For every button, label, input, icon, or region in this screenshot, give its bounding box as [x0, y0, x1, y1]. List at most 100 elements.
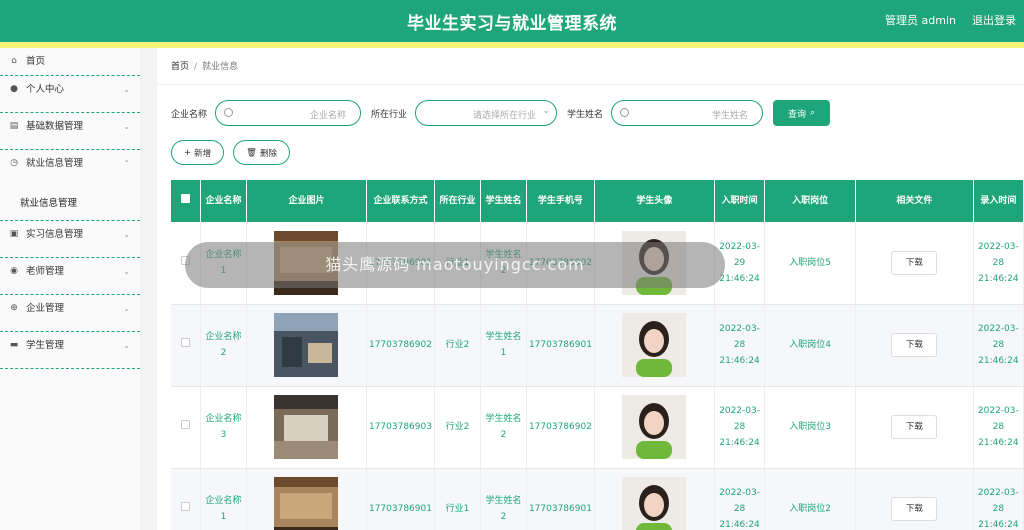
sidebar-item-label: 企业管理 — [26, 303, 65, 314]
file-cell: 下载 — [855, 386, 974, 469]
row-checkbox[interactable] — [180, 420, 190, 429]
app-title: 毕业生实习与就业管理系统 — [407, 14, 617, 34]
file-cell: 下载 — [855, 468, 974, 530]
company-phone-cell: 17703786902 — [366, 304, 435, 387]
company-image-cell — [246, 304, 367, 387]
industry-placeholder: 请选择所在行业 — [473, 111, 537, 121]
company-phone-cell: 17703786903 — [366, 386, 435, 469]
chevron-down-icon: ⌄ — [123, 267, 130, 276]
join-time-cell: 2022-03-28 21:46:24 — [714, 386, 766, 469]
column-header[interactable]: 企业联系方式 — [366, 180, 435, 222]
main-content: 首页 / 就业信息 企业名称 企业名称 所在行业 请选择所在行业 ⌄ 学生姓名 学生… — [157, 48, 1024, 530]
entry-time-cell: 2022-03-28 21:46:24 — [973, 468, 1024, 530]
sidebar-item-home[interactable]: ⌂ 首页 — [0, 48, 140, 76]
search-bar: 企业名称 企业名称 所在行业 请选择所在行业 ⌄ 学生姓名 学生姓名 查询 ⌕ — [171, 100, 831, 126]
row-checkbox[interactable] — [180, 502, 190, 511]
sidebar-item-label: 个人中心 — [26, 84, 65, 95]
column-header[interactable]: 入职岗位 — [764, 180, 857, 222]
table-row[interactable]: 企业名称3 17703786903 行业2 学生姓名2 17703786902 … — [171, 386, 1024, 469]
printer-icon: ▬ — [9, 340, 19, 350]
target-icon: ⊕ — [10, 303, 18, 313]
delete-button[interactable]: 🗑 删除 — [233, 140, 290, 165]
download-button[interactable]: 下载 — [891, 497, 938, 521]
column-header[interactable]: 企业图片 — [246, 180, 367, 222]
column-header[interactable]: 学生姓名 — [480, 180, 527, 222]
plus-icon: + — [184, 147, 192, 158]
watermark-toast: 猫头鹰源码 maotouyingcc.com — [185, 242, 725, 288]
sidebar-item-student[interactable]: ▬ 学生管理 ⌄ — [0, 332, 140, 369]
chevron-down-icon: ⌄ — [123, 304, 130, 313]
column-header[interactable]: 录入时间 — [973, 180, 1024, 222]
chevron-down-icon: ⌄ — [123, 230, 130, 239]
table-row[interactable]: 企业名称1 17703786901 行业1 学生姓名2 17703786901 … — [171, 468, 1024, 530]
sidebar-item-label: 学生管理 — [26, 340, 65, 351]
sidebar-item-company[interactable]: ⊕ 企业管理 ⌄ — [0, 295, 140, 332]
student-search-input[interactable]: 学生姓名 — [611, 100, 764, 126]
column-header[interactable]: 学生头像 — [594, 180, 715, 222]
company-name-cell: 企业名称2 — [200, 304, 247, 387]
student-name-cell: 学生姓名1 — [480, 304, 527, 387]
download-button[interactable]: 下载 — [891, 250, 938, 275]
sidebar-subitem-employment-manage[interactable]: 就业信息管理 — [0, 187, 140, 221]
position-cell: 入职岗位4 — [764, 304, 857, 387]
select-all-checkbox[interactable] — [180, 194, 190, 203]
table-row[interactable]: 企业名称2 17703786902 行业2 学生姓名1 17703786901 … — [171, 304, 1024, 387]
row-select-cell — [171, 386, 201, 469]
entry-time-cell: 2022-03-28 21:46:24 — [973, 222, 1024, 305]
company-name-cell: 企业名称3 — [200, 386, 247, 469]
position-cell: 入职岗位3 — [764, 386, 857, 469]
employment-table: 企业名称 企业图片 企业联系方式 所在行业 学生姓名 学生手机号 学生头像 入职… — [171, 180, 1024, 530]
student-name-cell: 学生姓名2 — [480, 386, 527, 469]
chevron-down-icon: ⌄ — [123, 85, 130, 94]
join-time-cell: 2022-03-28 21:46:24 — [714, 304, 766, 387]
join-time-cell: 2022-03-28 21:46:24 — [714, 468, 766, 530]
breadcrumb-current: 就业信息 — [202, 62, 239, 72]
download-button[interactable]: 下载 — [891, 415, 938, 439]
column-header[interactable]: 入职时间 — [714, 180, 766, 222]
sidebar-item-label: 首页 — [26, 56, 46, 67]
row-checkbox[interactable] — [180, 338, 190, 347]
sidebar-item-teacher[interactable]: ◉ 老师管理 ⌄ — [0, 258, 140, 295]
chevron-up-icon: ⌃ — [123, 159, 130, 168]
select-all-cell — [171, 180, 201, 222]
sidebar: ⌂ 首页 ● 个人中心 ⌄ ▤ 基础数据管理 ⌄ ◷ 就业信息管理 ⌃ 就业信息… — [0, 48, 140, 530]
clock-icon: ◷ — [10, 158, 18, 168]
user-icon: ● — [10, 84, 18, 94]
position-cell: 入职岗位5 — [764, 222, 857, 305]
industry-cell: 行业2 — [434, 304, 481, 387]
column-header[interactable]: 相关文件 — [855, 180, 974, 222]
row-select-cell — [171, 468, 201, 530]
student-phone-cell: 17703786902 — [526, 386, 595, 469]
industry-cell: 行业2 — [434, 386, 481, 469]
current-user-label[interactable]: 管理员 admin — [885, 12, 956, 28]
sidebar-item-label: 老师管理 — [26, 266, 65, 277]
column-header[interactable]: 学生手机号 — [526, 180, 595, 222]
student-avatar — [622, 477, 687, 530]
search-icon: ⌕ — [810, 108, 816, 118]
search-icon — [224, 108, 234, 117]
column-header[interactable]: 所在行业 — [434, 180, 481, 222]
company-image — [274, 477, 339, 530]
action-bar: + 新增 🗑 删除 — [171, 140, 290, 165]
student-phone-cell: 17703786901 — [526, 304, 595, 387]
sidebar-item-internship[interactable]: ▣ 实习信息管理 ⌄ — [0, 221, 140, 258]
table-header-row: 企业名称 企业图片 企业联系方式 所在行业 学生姓名 学生手机号 学生头像 入职… — [171, 180, 1024, 222]
search-icon — [620, 108, 630, 117]
column-header[interactable]: 企业名称 — [200, 180, 247, 222]
breadcrumb-home[interactable]: 首页 — [171, 62, 189, 72]
logout-link[interactable]: 退出登录 — [972, 12, 1016, 28]
query-button[interactable]: 查询 ⌕ — [773, 100, 831, 126]
company-phone-cell: 17703786901 — [366, 468, 435, 530]
industry-cell: 行业1 — [434, 468, 481, 530]
sidebar-item-base-data[interactable]: ▤ 基础数据管理 ⌄ — [0, 113, 140, 150]
sidebar-item-profile[interactable]: ● 个人中心 ⌄ — [0, 76, 140, 113]
company-search-input[interactable]: 企业名称 — [215, 100, 362, 126]
company-name-cell: 企业名称1 — [200, 468, 247, 530]
download-button[interactable]: 下载 — [891, 333, 938, 357]
sidebar-item-label: 就业信息管理 — [26, 158, 84, 169]
add-button[interactable]: + 新增 — [171, 140, 225, 165]
student-avatar-cell — [594, 304, 715, 387]
sidebar-item-employment[interactable]: ◷ 就业信息管理 ⌃ — [0, 150, 140, 187]
entry-time-cell: 2022-03-28 21:46:24 — [973, 386, 1024, 469]
industry-select[interactable]: 请选择所在行业 ⌄ — [415, 100, 558, 126]
